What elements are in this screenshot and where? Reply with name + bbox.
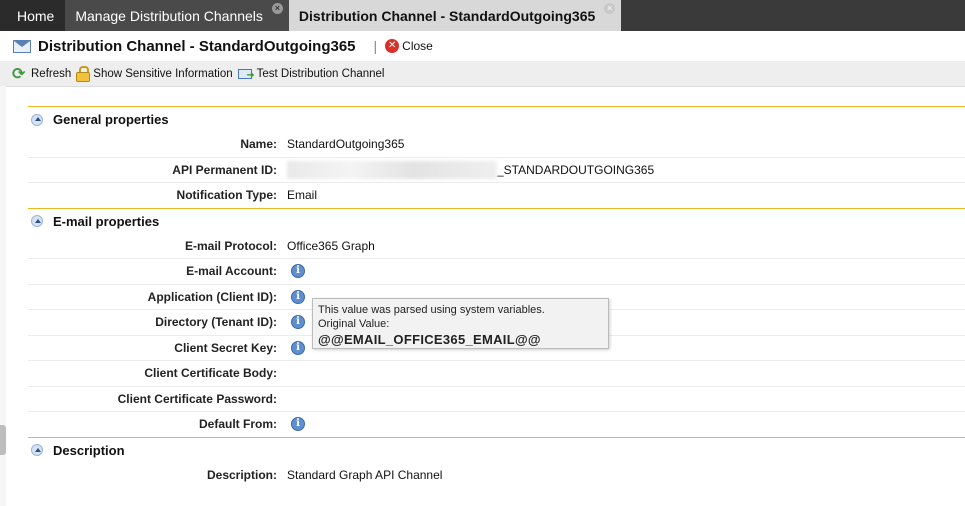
- tab-close-icon[interactable]: ×: [604, 3, 616, 14]
- field-row-email-account: E-mail Account: i: [28, 259, 965, 285]
- section-title: General properties: [53, 112, 169, 127]
- section-title: Description: [53, 442, 125, 458]
- field-row-name: Name: StandardOutgoing365: [28, 132, 965, 158]
- toolbar: Refresh Show Sensitive Information ➜ Tes…: [0, 61, 965, 87]
- field-row-default-from: Default From: i: [28, 412, 965, 437]
- tab-close-icon[interactable]: ×: [271, 3, 283, 14]
- info-icon[interactable]: i: [291, 340, 305, 355]
- field-value: Standard Graph API Channel: [287, 467, 443, 482]
- close-icon: ✕: [385, 39, 400, 53]
- field-label: Client Certificate Body:: [144, 366, 277, 381]
- field-label: Application (Client ID):: [147, 289, 277, 304]
- title-separator: |: [373, 38, 378, 54]
- field-row-api-id: API Permanent ID: _STANDARDOUTGOING365: [28, 158, 965, 183]
- properties-panel: General properties Name: StandardOutgoin…: [28, 106, 965, 487]
- tooltip-line: This value was parsed using system varia…: [318, 304, 545, 316]
- section-header-email[interactable]: E-mail properties: [28, 209, 965, 234]
- tab-label: Manage Distribution Channels: [75, 7, 263, 24]
- collapse-icon[interactable]: [31, 113, 43, 126]
- tab-bar: Home Manage Distribution Channels × Dist…: [0, 0, 965, 31]
- field-value: i: [287, 264, 305, 279]
- info-icon[interactable]: i: [291, 417, 305, 432]
- field-label: E-mail Account:: [186, 264, 277, 279]
- tooltip-original-value: @@EMAIL_OFFICE365_EMAIL@@: [318, 332, 541, 347]
- refresh-button[interactable]: Refresh: [12, 64, 72, 84]
- envelope-icon: [13, 39, 31, 53]
- tab-home[interactable]: Home: [0, 0, 66, 31]
- show-sensitive-information-button[interactable]: Show Sensitive Information: [76, 65, 233, 82]
- field-label: Notification Type:: [176, 188, 277, 203]
- test-channel-icon: ➜: [237, 67, 255, 81]
- field-value: i: [287, 289, 305, 304]
- title-bar: Distribution Channel - StandardOutgoing3…: [0, 31, 965, 62]
- tab-home-label: Home: [17, 7, 55, 24]
- show-sensitive-label: Show Sensitive Information: [93, 67, 233, 80]
- field-label: Description:: [206, 467, 277, 482]
- field-value: Email: [287, 188, 318, 203]
- info-icon[interactable]: i: [291, 289, 305, 304]
- field-value: StandardOutgoing365: [287, 137, 405, 152]
- section-title: E-mail properties: [53, 213, 160, 229]
- field-row-client-certificate-body: Client Certificate Body:: [28, 361, 965, 387]
- info-icon[interactable]: i: [291, 264, 305, 279]
- tooltip-line: Original Value:: [318, 318, 390, 330]
- tab-label: Distribution Channel - StandardOutgoing3…: [298, 7, 596, 24]
- test-distribution-channel-button[interactable]: ➜ Test Distribution Channel: [237, 67, 385, 81]
- field-row-client-certificate-password: Client Certificate Password:: [28, 387, 965, 412]
- tab-distribution-channel[interactable]: Distribution Channel - StandardOutgoing3…: [288, 0, 622, 31]
- refresh-label: Refresh: [31, 67, 72, 80]
- close-label: Close: [402, 39, 433, 53]
- lock-icon: [76, 65, 91, 82]
- section-header-general[interactable]: General properties: [28, 107, 965, 132]
- collapse-icon[interactable]: [31, 215, 43, 227]
- field-label: Directory (Tenant ID):: [155, 315, 277, 330]
- field-value: i: [287, 340, 305, 355]
- field-label: Client Secret Key:: [174, 340, 277, 355]
- redacted-value: [287, 160, 497, 179]
- field-label: E-mail Protocol:: [184, 238, 277, 253]
- field-label: Default From:: [199, 417, 277, 432]
- info-icon[interactable]: i: [291, 315, 305, 330]
- field-row-email-protocol: E-mail Protocol: Office365 Graph: [28, 234, 965, 259]
- refresh-icon: [12, 64, 28, 84]
- field-label: API Permanent ID:: [172, 162, 277, 177]
- field-label: Name:: [240, 137, 277, 152]
- collapse-icon[interactable]: [31, 444, 43, 456]
- field-value: i: [287, 315, 305, 330]
- section-header-description[interactable]: Description: [28, 438, 965, 463]
- panel-resize-handle[interactable]: [0, 425, 6, 455]
- field-label: Client Certificate Password:: [117, 391, 277, 406]
- system-variable-tooltip: This value was parsed using system varia…: [312, 298, 609, 349]
- field-value: _STANDARDOUTGOING365: [287, 160, 655, 179]
- test-channel-label: Test Distribution Channel: [256, 67, 385, 80]
- tab-manage-distribution-channels[interactable]: Manage Distribution Channels ×: [65, 0, 289, 31]
- page-title: Distribution Channel - StandardOutgoing3…: [38, 37, 356, 55]
- api-id-suffix: _STANDARDOUTGOING365: [497, 162, 655, 177]
- field-value: i: [287, 417, 305, 432]
- field-value: Office365 Graph: [287, 238, 375, 253]
- close-button[interactable]: ✕ Close: [385, 39, 433, 53]
- field-row-description: Description: Standard Graph API Channel: [28, 463, 965, 488]
- field-row-notification-type: Notification Type: Email: [28, 183, 965, 208]
